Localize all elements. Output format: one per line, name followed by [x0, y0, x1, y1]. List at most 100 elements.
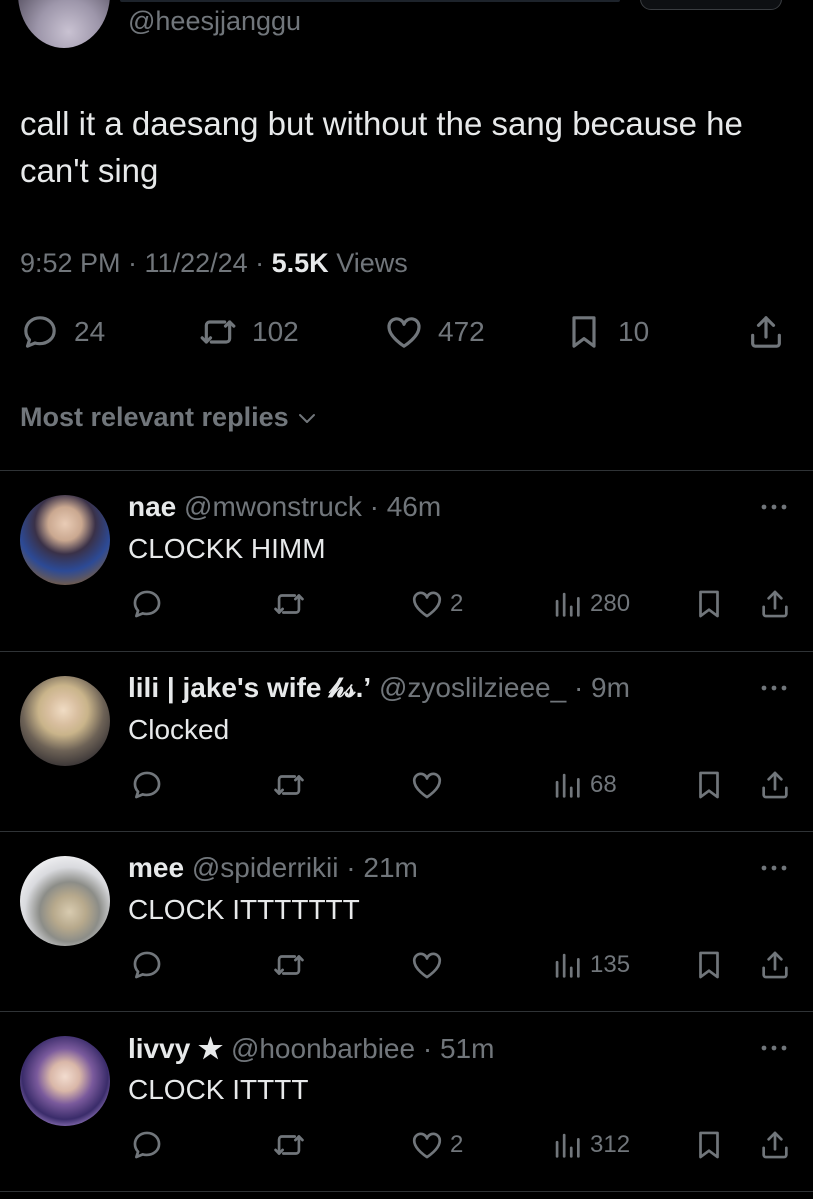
retweet-button[interactable] — [272, 948, 306, 982]
retweet-icon — [274, 955, 304, 975]
analytics-icon — [555, 773, 580, 798]
user-handle[interactable]: @zyoslilzieee_ — [379, 672, 566, 703]
reply-time: · 51m — [422, 1033, 495, 1064]
reply-button[interactable] — [130, 948, 164, 982]
share-icon — [762, 771, 788, 799]
reply-item[interactable]: mee @spiderrikii · 21m CLOCK ITTTTTTT 13… — [0, 832, 813, 1012]
bookmark-button[interactable]: 10 — [564, 312, 649, 352]
more-options-icon[interactable] — [752, 497, 796, 517]
bookmark-icon — [699, 951, 719, 979]
heart-icon — [412, 1132, 442, 1159]
share-button[interactable] — [758, 948, 792, 982]
share-icon — [751, 316, 781, 348]
analytics-icon — [555, 592, 580, 617]
heart-icon — [412, 591, 442, 618]
reply-text: CLOCK ITTTT — [128, 1074, 309, 1105]
user-handle[interactable]: @mwonstruck — [184, 491, 362, 522]
replies-sort-dropdown[interactable]: Most relevant replies — [20, 402, 319, 433]
reply-count: 24 — [74, 316, 106, 347]
follow-button[interactable] — [640, 0, 782, 10]
like-count: 2 — [450, 590, 464, 617]
bookmark-icon — [572, 316, 596, 348]
bookmark-button[interactable] — [692, 587, 726, 621]
views-label: Views — [328, 248, 408, 278]
bookmark-icon — [699, 1131, 719, 1159]
reply-button[interactable] — [130, 1128, 164, 1162]
avatar[interactable] — [20, 1036, 110, 1126]
views-count: 5.5K — [271, 248, 329, 278]
tweet-action-bar: 24 102 472 10 — [0, 312, 813, 362]
views-button[interactable]: 280 — [550, 587, 630, 621]
like-button[interactable] — [410, 948, 450, 982]
retweet-icon — [274, 775, 304, 795]
share-button[interactable] — [746, 312, 786, 352]
author-handle[interactable]: @heesjjanggu — [128, 6, 301, 37]
share-button[interactable] — [758, 587, 792, 621]
display-name[interactable]: lili | jake's wife 𝒽𝓈.’ — [128, 672, 371, 703]
reply-header: lili | jake's wife 𝒽𝓈.’ @zyoslilzieee_ ·… — [128, 672, 630, 705]
header-bar — [120, 0, 620, 2]
heart-icon — [412, 952, 442, 979]
retweet-button[interactable] — [272, 768, 306, 802]
views-button[interactable]: 135 — [550, 948, 630, 982]
bookmark-count: 10 — [618, 316, 650, 347]
heart-icon — [412, 772, 442, 799]
like-button[interactable]: 2 — [410, 1128, 463, 1162]
retweet-button[interactable] — [272, 587, 306, 621]
heart-icon — [387, 317, 421, 348]
tweet-timestamp[interactable]: 9:52 PM · 11/22/24 · — [20, 248, 272, 278]
author-avatar[interactable] — [18, 0, 110, 48]
bookmark-button[interactable] — [692, 948, 726, 982]
reply-header: nae @mwonstruck · 46m — [128, 491, 441, 523]
bookmark-icon — [699, 771, 719, 799]
reply-button[interactable] — [130, 768, 164, 802]
like-button[interactable]: 2 — [410, 587, 463, 621]
divider — [0, 1191, 813, 1192]
like-count: 2 — [450, 1131, 464, 1158]
user-handle[interactable]: @hoonbarbiee — [231, 1033, 415, 1064]
reply-text: Clocked — [128, 714, 230, 745]
share-button[interactable] — [758, 1128, 792, 1162]
share-button[interactable] — [758, 768, 792, 802]
reply-item[interactable]: livvy ★ @hoonbarbiee · 51m CLOCK ITTTT 2… — [0, 1012, 813, 1192]
more-options-icon[interactable] — [752, 678, 796, 698]
like-count: 472 — [438, 316, 485, 347]
reply-item[interactable]: lili | jake's wife 𝒽𝓈.’ @zyoslilzieee_ ·… — [0, 652, 813, 832]
retweet-count: 102 — [252, 316, 299, 347]
share-icon — [762, 951, 788, 979]
reply-button[interactable] — [130, 587, 164, 621]
bookmark-button[interactable] — [692, 768, 726, 802]
share-icon — [762, 590, 788, 618]
bookmark-icon — [699, 590, 719, 618]
display-name[interactable]: nae — [128, 491, 176, 522]
reply-icon — [133, 1131, 161, 1159]
reply-time: · 9m — [573, 672, 630, 703]
reply-button[interactable]: 24 — [20, 312, 105, 352]
sort-label: Most relevant replies — [20, 402, 289, 432]
avatar[interactable] — [20, 495, 110, 585]
reply-icon — [133, 771, 161, 799]
retweet-button[interactable]: 102 — [198, 312, 299, 352]
display-name[interactable]: livvy ★ — [128, 1033, 223, 1064]
reply-header: livvy ★ @hoonbarbiee · 51m — [128, 1032, 494, 1065]
avatar[interactable] — [20, 676, 110, 766]
views-button[interactable]: 312 — [550, 1128, 630, 1162]
reply-icon — [24, 316, 56, 348]
user-handle[interactable]: @spiderrikii — [192, 852, 339, 883]
reply-time: · 46m — [369, 491, 442, 522]
more-options-icon[interactable] — [752, 1038, 796, 1058]
more-options-icon[interactable] — [752, 858, 796, 878]
like-button[interactable] — [410, 768, 450, 802]
share-icon — [762, 1131, 788, 1159]
views-count: 312 — [590, 1131, 631, 1158]
views-count: 68 — [590, 771, 617, 798]
like-button[interactable]: 472 — [384, 312, 485, 352]
avatar[interactable] — [20, 856, 110, 946]
tweet-meta: 9:52 PM · 11/22/24 · 5.5K Views — [20, 248, 408, 279]
retweet-button[interactable] — [272, 1128, 306, 1162]
display-name[interactable]: mee — [128, 852, 184, 883]
reply-text: CLOCKK HIMM — [128, 533, 326, 564]
bookmark-button[interactable] — [692, 1128, 726, 1162]
reply-item[interactable]: nae @mwonstruck · 46m CLOCKK HIMM 2 280 — [0, 471, 813, 651]
views-button[interactable]: 68 — [550, 768, 617, 802]
